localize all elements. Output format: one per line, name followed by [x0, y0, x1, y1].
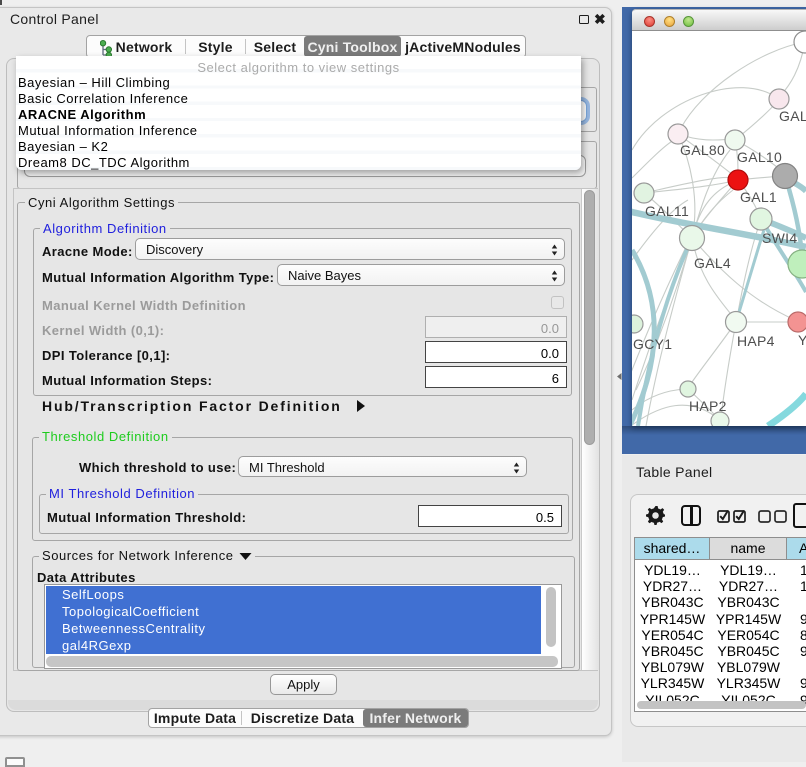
svg-text:GAL10: GAL10 — [737, 149, 782, 165]
svg-text:SWI4: SWI4 — [762, 230, 797, 246]
svg-text:GAL1: GAL1 — [740, 189, 777, 205]
svg-text:GAL11: GAL11 — [645, 203, 689, 219]
svg-text:Y: Y — [798, 332, 806, 348]
svg-text:GAL80: GAL80 — [680, 142, 725, 158]
svg-text:HAP4: HAP4 — [737, 333, 775, 349]
svg-text:GAL7: GAL7 — [779, 108, 806, 124]
svg-text:GCY1: GCY1 — [633, 336, 672, 352]
svg-text:HAP2: HAP2 — [689, 398, 727, 414]
svg-text:GAL4: GAL4 — [694, 255, 731, 271]
